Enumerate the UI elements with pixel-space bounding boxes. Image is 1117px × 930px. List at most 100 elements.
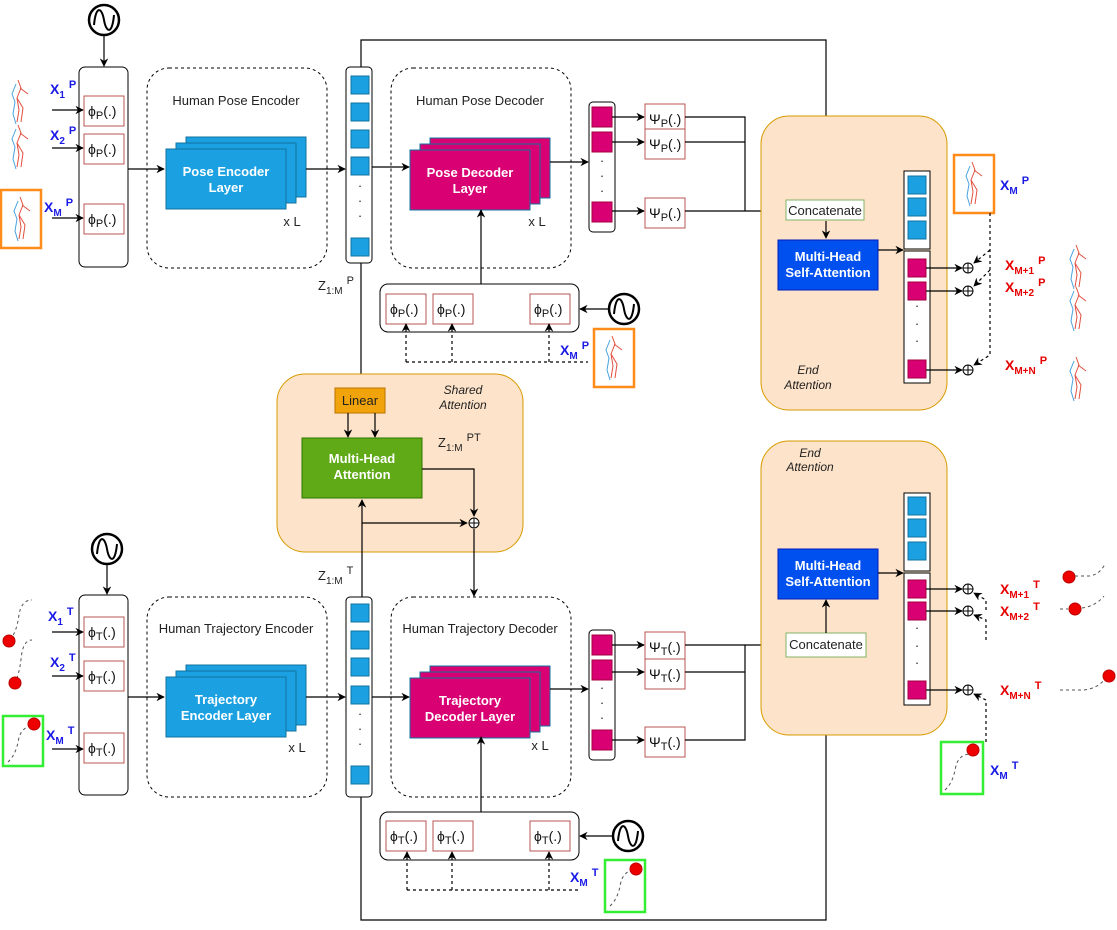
- trajectory-point-icon: [966, 743, 980, 757]
- trajectory-point-icon: [1102, 669, 1116, 683]
- ellipsis: ·: [358, 736, 362, 751]
- dashed-arrow: [973, 269, 991, 287]
- ellipsis: ·: [358, 721, 362, 736]
- pose-encoder-title: Human Pose Encoder: [172, 93, 300, 108]
- multi-head-attention-label: Attention: [333, 467, 390, 482]
- pose-end-last-obs-label: XMP: [1000, 175, 1029, 197]
- traj-output-label: XM+2T: [1000, 601, 1040, 623]
- pose-output-label: XM+1P: [1005, 255, 1045, 277]
- architecture-diagram: ϕP(.)ϕP(.)ϕP(.)X1PX2PXMPHuman Pose Encod…: [0, 3, 1116, 921]
- pose-decoder-repeat: x L: [528, 214, 545, 229]
- pose-history-token: [907, 220, 927, 240]
- traj-latent-token: [350, 630, 370, 650]
- ellipsis: ·: [358, 193, 362, 208]
- pose-encoder-layer: [165, 148, 287, 210]
- ellipsis: ·: [915, 638, 919, 653]
- dashed-arrow: [973, 693, 987, 742]
- pose-input-label: X1P: [50, 79, 76, 101]
- pose-input-label: X2P: [50, 125, 76, 147]
- pose-latent-token: [350, 156, 370, 176]
- multi-head-attention-label: Multi-Head: [329, 451, 396, 466]
- pose-encoder-layer-label: Pose Encoder: [183, 164, 270, 179]
- pose-skeleton-icon-blue: [1069, 290, 1075, 332]
- traj-decoder-layer: [409, 677, 531, 739]
- traj-future-path: [1060, 595, 1105, 610]
- trajectory-point-icon: [1062, 570, 1076, 584]
- traj-encoder-repeat: x L: [288, 740, 305, 755]
- traj-decoder-layer-label: Decoder Layer: [425, 709, 515, 724]
- traj-concatenate-label: Concatenate: [789, 637, 863, 652]
- traj-history-token: [907, 496, 927, 516]
- pose-last-frame: [592, 327, 636, 389]
- pose-decoder-layer-label: Layer: [453, 181, 488, 196]
- pose-latent-token: [350, 129, 370, 149]
- pose-prediction-token: [907, 359, 927, 379]
- traj-input-label: XMT: [46, 725, 75, 747]
- traj-prediction-token: [907, 579, 927, 599]
- traj-input-label: X1T: [48, 606, 74, 628]
- ellipsis: ·: [915, 316, 919, 331]
- traj-self-attention-label: Multi-Head: [795, 558, 862, 573]
- dashed-arrow: [973, 614, 987, 640]
- traj-decoder-title: Human Trajectory Decoder: [402, 621, 558, 636]
- ellipsis: ·: [600, 680, 604, 695]
- traj-end-attention-title: End: [799, 446, 821, 460]
- shared-attention-title: Attention: [438, 398, 487, 412]
- ellipsis: ·: [358, 208, 362, 223]
- pose-skeleton-icon-blue: [1069, 248, 1075, 290]
- pose-latent-token: [350, 75, 370, 95]
- traj-latent-label: Z1:MT: [318, 565, 354, 587]
- pose-output-label: XM+2P: [1005, 277, 1045, 299]
- shared-attention-title: Shared: [444, 383, 483, 397]
- traj-output-label: XM+NT: [1000, 680, 1042, 702]
- traj-last-obs-label: XMT: [570, 867, 599, 889]
- trajectory-point-icon: [629, 862, 643, 876]
- traj-history-token: [907, 541, 927, 561]
- pose-input-label: XMP: [44, 197, 73, 219]
- pose-latent-label: Z1:MP: [318, 275, 354, 297]
- traj-latent-token: [350, 765, 370, 785]
- traj-decoder-repeat: x L: [531, 738, 548, 753]
- traj-encoder-layer-label: Trajectory: [195, 692, 258, 707]
- pose-output-token: [591, 131, 613, 153]
- traj-output-token: [591, 634, 613, 656]
- ellipsis: ·: [915, 298, 919, 313]
- pose-latent-token: [350, 237, 370, 257]
- pose-concatenate-label: Concatenate: [788, 203, 862, 218]
- traj-end-attention-title: Attention: [785, 460, 834, 474]
- trajectory-point-icon: [2, 634, 16, 648]
- traj-end-last-obs-label: XMT: [990, 760, 1019, 782]
- trajectory-point-icon: [8, 676, 22, 690]
- ellipsis: ·: [600, 710, 604, 725]
- ellipsis: ·: [358, 706, 362, 721]
- traj-encoder-title: Human Trajectory Encoder: [159, 621, 314, 636]
- pose-skeleton-icon-blue: [11, 128, 17, 170]
- pose-prediction-token: [907, 258, 927, 278]
- pose-self-attention-label: Multi-Head: [795, 249, 862, 264]
- traj-latent-token: [350, 603, 370, 623]
- ellipsis: ·: [915, 333, 919, 348]
- connector: [685, 116, 746, 211]
- traj-prediction-token: [907, 601, 927, 621]
- trajectory-point-icon: [27, 717, 41, 731]
- ellipsis: ·: [600, 183, 604, 198]
- pose-skeleton-icon-blue: [1069, 360, 1075, 402]
- traj-history-token: [907, 518, 927, 538]
- traj-future-path: [1075, 563, 1106, 577]
- pose-last-frame: [952, 153, 996, 215]
- traj-history-path: [9, 599, 33, 641]
- dashed-arrow: [973, 249, 991, 264]
- pose-history-token: [907, 175, 927, 195]
- traj-input-label: X2T: [50, 652, 76, 674]
- trajectory-point-icon: [1068, 602, 1082, 616]
- traj-decoder-layer-label: Trajectory: [439, 693, 502, 708]
- pose-decoder-layer-label: Pose Decoder: [427, 165, 514, 180]
- pose-decoder-title: Human Pose Decoder: [416, 93, 545, 108]
- connector: [685, 644, 746, 741]
- ellipsis: ·: [358, 178, 362, 193]
- ellipsis: ·: [915, 620, 919, 635]
- pose-encoder-layer-label: Layer: [209, 180, 244, 195]
- pose-decoder-layer: [409, 149, 531, 211]
- pose-end-attention-title: Attention: [783, 378, 832, 392]
- pose-output-label: XM+NP: [1005, 355, 1047, 377]
